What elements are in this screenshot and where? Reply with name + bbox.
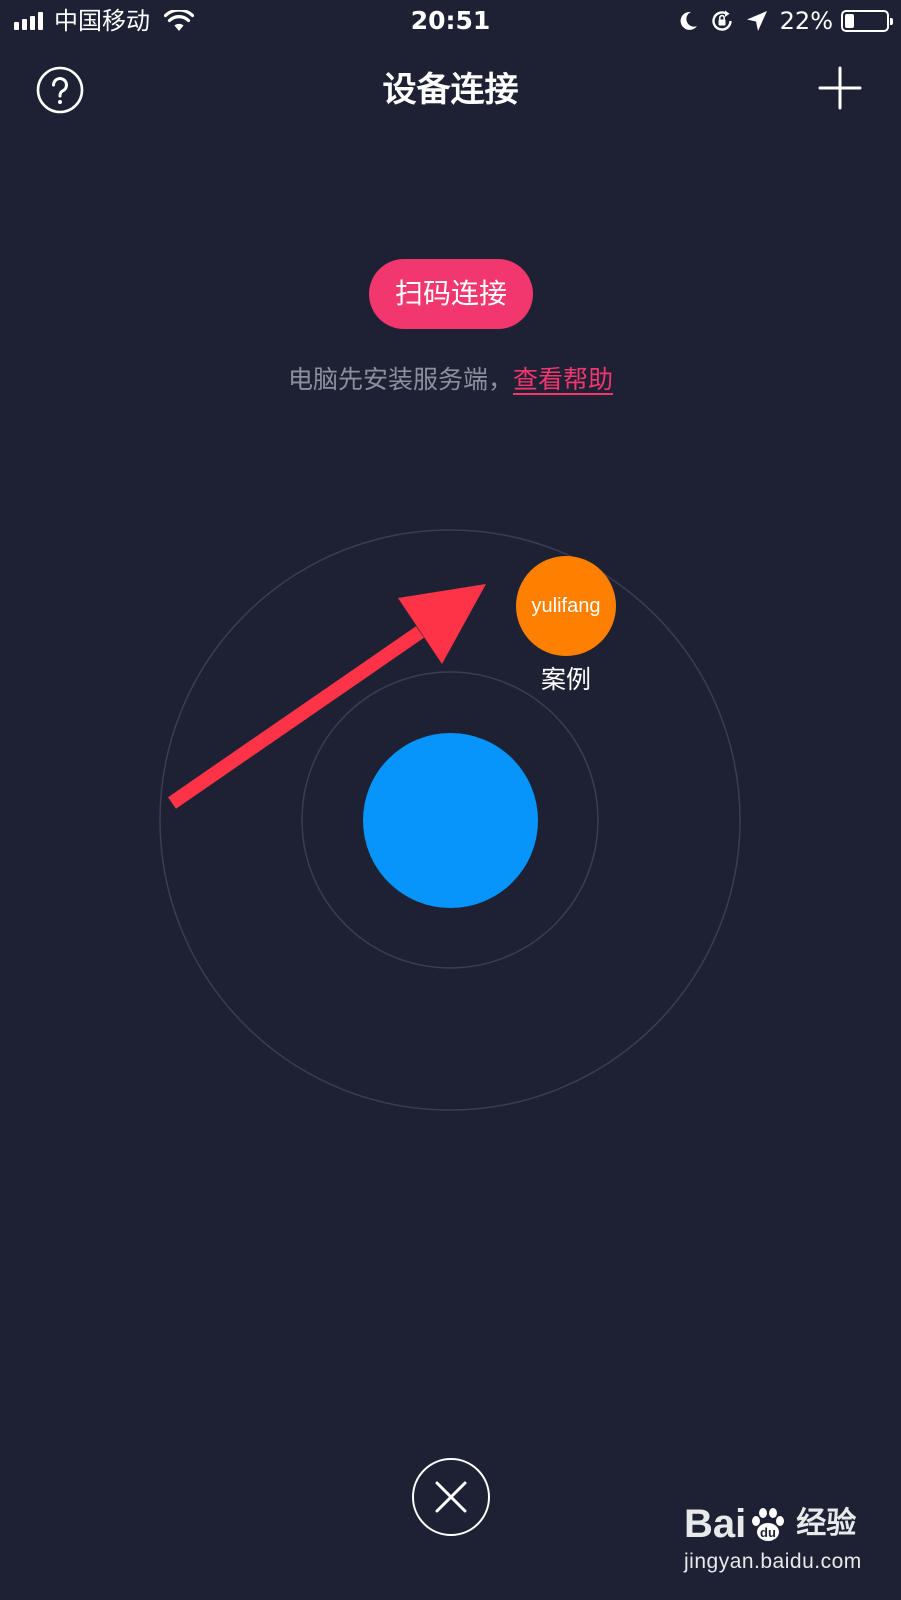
close-button[interactable] bbox=[412, 1458, 490, 1536]
svg-text:du: du bbox=[760, 1525, 776, 1540]
help-icon[interactable] bbox=[36, 66, 84, 114]
self-device-circle bbox=[363, 733, 538, 908]
scan-connect-button[interactable]: 扫码连接 bbox=[369, 259, 533, 329]
device-label: 案例 bbox=[540, 665, 591, 694]
rotation-lock-icon bbox=[710, 9, 734, 33]
paw-icon: du bbox=[752, 1508, 785, 1541]
install-hint-text: 电脑先安装服务端， bbox=[287, 365, 513, 394]
carrier-name: 中国移动 bbox=[54, 7, 150, 35]
signal-icon bbox=[14, 12, 46, 30]
wifi-icon bbox=[164, 10, 194, 31]
plus-icon[interactable] bbox=[818, 66, 862, 110]
status-bar: 中国移动 20:51 22% bbox=[0, 0, 901, 42]
watermark-logo-left: Bai bbox=[684, 1502, 747, 1546]
install-hint: 电脑先安装服务端，查看帮助 bbox=[0, 358, 901, 402]
watermark-logo: Bai du 经验 bbox=[684, 1500, 884, 1548]
watermark-logo-right: 经验 bbox=[796, 1507, 857, 1540]
battery-level-fill bbox=[845, 14, 854, 28]
close-icon bbox=[435, 1481, 467, 1513]
status-bar-left: 中国移动 bbox=[14, 6, 194, 36]
battery-icon bbox=[841, 10, 893, 32]
watermark-url: jingyan.baidu.com bbox=[684, 1550, 862, 1573]
page-title: 设备连接 bbox=[382, 70, 519, 110]
baidu-jingyan-watermark: Bai du 经验 jingyan.baidu.com bbox=[684, 1500, 884, 1590]
moon-icon bbox=[678, 10, 698, 32]
view-help-link[interactable]: 查看帮助 bbox=[513, 365, 613, 394]
status-bar-right: 22% bbox=[666, 6, 893, 36]
device-yulifang-button[interactable]: yulifang bbox=[516, 556, 616, 656]
location-arrow-icon bbox=[746, 10, 768, 32]
battery-percent: 22% bbox=[779, 7, 833, 35]
